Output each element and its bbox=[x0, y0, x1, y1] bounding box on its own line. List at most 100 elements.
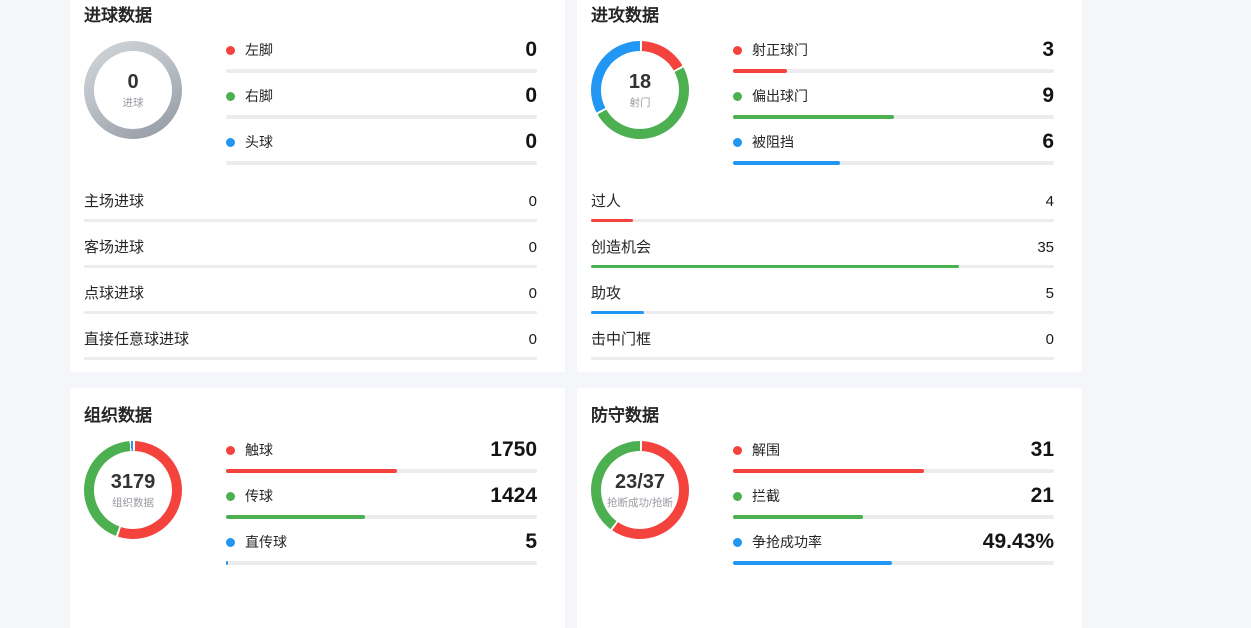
legend-row: 左脚0 bbox=[226, 36, 537, 82]
stat-label: 直接任意球进球 bbox=[84, 328, 189, 349]
legend-row: 争抢成功率49.43% bbox=[733, 528, 1054, 574]
panel-title-goal-data: 进球数据 bbox=[84, 4, 537, 28]
stat-row-top: 主场进球0 bbox=[84, 188, 537, 217]
panel-title-attack-data: 进攻数据 bbox=[591, 4, 1054, 28]
stat-row-top: 客场进球0 bbox=[84, 234, 537, 263]
progress-fill bbox=[733, 469, 924, 473]
panel-title-organize-data: 组织数据 bbox=[84, 404, 537, 428]
progress-fill bbox=[226, 561, 228, 565]
panel-defense-data: 防守数据 23/37 抢断成功/抢断 解围31拦截21争抢成功率49.43% bbox=[577, 388, 1082, 628]
organize-donut-value: 3179 bbox=[111, 471, 156, 493]
progress-track bbox=[591, 311, 1054, 314]
progress-track bbox=[733, 161, 1054, 165]
progress-fill bbox=[733, 115, 894, 119]
organize-donut-center: 3179 组织数据 bbox=[94, 451, 172, 529]
defense-legend: 解围31拦截21争抢成功率49.43% bbox=[733, 436, 1054, 574]
progress-track bbox=[226, 161, 537, 165]
legend-row-top: 触球1750 bbox=[226, 436, 537, 464]
legend-value: 3 bbox=[1042, 38, 1054, 62]
legend-row-top: 直传球5 bbox=[226, 528, 537, 556]
goal-donut-center: 0 进球 bbox=[94, 51, 172, 129]
legend-label: 右脚 bbox=[245, 86, 273, 106]
stat-label: 过人 bbox=[591, 190, 621, 211]
progress-track bbox=[591, 265, 1054, 268]
legend-dot-icon bbox=[733, 492, 742, 501]
legend-row: 被阻挡 6 bbox=[733, 128, 1054, 174]
legend-row-top: 偏出球门9 bbox=[733, 82, 1054, 110]
goal-stat-list: 主场进球0客场进球0点球进球0直接任意球进球0 bbox=[84, 188, 537, 372]
stat-row: 过人4 bbox=[591, 188, 1054, 234]
progress-track bbox=[591, 219, 1054, 222]
attack-stat-list: 过人4创造机会35助攻5击中门框0 bbox=[591, 188, 1054, 372]
defense-donut-center: 23/37 抢断成功/抢断 bbox=[601, 451, 679, 529]
attack-donut-center: 18 射门 bbox=[601, 51, 679, 129]
legend-value: 5 bbox=[525, 530, 537, 554]
legend-row: 右脚 0 bbox=[226, 82, 537, 128]
legend-label: 被阻挡 bbox=[752, 132, 794, 152]
legend-dot-icon bbox=[733, 46, 742, 55]
legend-row-top: 右脚 0 bbox=[226, 82, 537, 110]
progress-track bbox=[226, 515, 537, 519]
legend-row-top: 争抢成功率49.43% bbox=[733, 528, 1054, 556]
legend-label: 射正球门 bbox=[752, 40, 808, 60]
legend-dot-icon bbox=[733, 92, 742, 101]
legend-dot-icon bbox=[733, 138, 742, 147]
attack-donut-value: 18 bbox=[629, 71, 651, 93]
stat-row: 助攻 5 bbox=[591, 280, 1054, 326]
progress-track bbox=[226, 69, 537, 73]
progress-fill bbox=[733, 69, 787, 73]
progress-fill bbox=[591, 219, 633, 222]
panel-goal-data: 进球数据 0 进球 左脚0 右脚 0 头球 0 主场进球0 客场进球0 点球进球0直接任意球… bbox=[70, 0, 565, 372]
organize-donut-label: 组织数据 bbox=[112, 495, 154, 510]
legend-dot-icon bbox=[226, 92, 235, 101]
stat-row: 创造机会35 bbox=[591, 234, 1054, 280]
progress-track bbox=[733, 561, 1054, 565]
panel-title-defense-data: 防守数据 bbox=[591, 404, 1054, 428]
legend-dot-icon bbox=[733, 538, 742, 547]
legend-row-top: 拦截 21 bbox=[733, 482, 1054, 510]
legend-row: 传球 1424 bbox=[226, 482, 537, 528]
legend-value: 0 bbox=[525, 84, 537, 108]
stat-row: 直接任意球进球0 bbox=[84, 326, 537, 372]
legend-row-top: 射正球门 3 bbox=[733, 36, 1054, 64]
progress-fill bbox=[226, 469, 397, 473]
stat-label: 助攻 bbox=[591, 282, 621, 303]
progress-fill bbox=[733, 515, 863, 519]
legend-row: 触球1750 bbox=[226, 436, 537, 482]
progress-fill bbox=[591, 311, 644, 314]
legend-dot-icon bbox=[226, 492, 235, 501]
legend-row: 射正球门 3 bbox=[733, 36, 1054, 82]
progress-track bbox=[733, 69, 1054, 73]
legend-label: 拦截 bbox=[752, 486, 780, 506]
stat-value: 0 bbox=[529, 193, 537, 210]
stat-row-top: 过人4 bbox=[591, 188, 1054, 217]
progress-track bbox=[733, 115, 1054, 119]
progress-track bbox=[84, 311, 537, 314]
legend-label: 传球 bbox=[245, 486, 273, 506]
stat-value: 35 bbox=[1037, 239, 1054, 256]
legend-value: 9 bbox=[1042, 84, 1054, 108]
defense-chart-row: 23/37 抢断成功/抢断 解围31拦截21争抢成功率49.43% bbox=[591, 436, 1054, 574]
stat-value: 5 bbox=[1046, 285, 1054, 302]
defense-donut-label: 抢断成功/抢断 bbox=[607, 495, 673, 510]
legend-row: 直传球5 bbox=[226, 528, 537, 574]
goal-chart-row: 0 进球 左脚0 右脚 0 头球 0 bbox=[84, 36, 537, 174]
legend-label: 头球 bbox=[245, 132, 273, 152]
stat-row: 客场进球0 bbox=[84, 234, 537, 280]
stat-row-top: 创造机会35 bbox=[591, 234, 1054, 263]
organize-legend: 触球1750 传球 1424 直传球5 bbox=[226, 436, 537, 574]
stat-value: 0 bbox=[529, 239, 537, 256]
defense-donut-value: 23/37 bbox=[615, 471, 665, 493]
legend-value: 6 bbox=[1042, 130, 1054, 154]
defense-donut-chart: 23/37 抢断成功/抢断 bbox=[591, 441, 689, 539]
legend-value: 1424 bbox=[490, 484, 537, 508]
stat-label: 击中门框 bbox=[591, 328, 651, 349]
legend-row-top: 左脚0 bbox=[226, 36, 537, 64]
progress-track bbox=[226, 115, 537, 119]
attack-donut-label: 射门 bbox=[630, 95, 651, 110]
stats-dashboard: 进球数据 0 进球 左脚0 右脚 0 头球 0 主场进球0 客场进球0 点球进球0直接任意球… bbox=[70, 0, 1082, 628]
legend-row-top: 传球 1424 bbox=[226, 482, 537, 510]
stat-row: 点球进球0 bbox=[84, 280, 537, 326]
progress-track bbox=[591, 357, 1054, 360]
legend-value: 21 bbox=[1031, 484, 1054, 508]
